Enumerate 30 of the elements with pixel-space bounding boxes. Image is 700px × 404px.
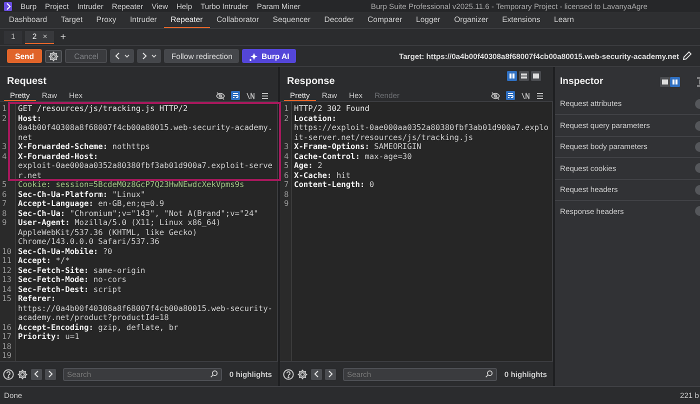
layout-button[interactable] — [660, 76, 670, 86]
chevron-down-icon[interactable] — [151, 53, 158, 59]
gear-icon[interactable] — [48, 50, 60, 62]
sparkle-icon — [249, 52, 258, 60]
panel-title: Inspector — [560, 76, 604, 87]
help-icon[interactable] — [3, 368, 14, 380]
chevron-down-icon[interactable] — [124, 53, 130, 59]
app-logo-icon — [4, 2, 12, 10]
panel-title: Response — [287, 76, 335, 87]
wrap-lines-icon[interactable] — [506, 91, 515, 100]
new-tab-button[interactable]: + — [57, 32, 70, 42]
newline-icon[interactable] — [521, 92, 530, 100]
layout-button[interactable] — [670, 76, 680, 86]
help-icon[interactable] — [283, 368, 294, 380]
settings-button[interactable] — [45, 50, 62, 62]
menu-icon[interactable] — [536, 92, 544, 100]
history-button[interactable] — [110, 49, 134, 63]
panel-title: Request — [7, 76, 46, 87]
newline-icon[interactable] — [246, 92, 255, 100]
eye-slash-icon[interactable] — [491, 92, 500, 100]
settings-icon[interactable] — [297, 368, 308, 380]
layout-button[interactable] — [519, 71, 529, 81]
menu-icon[interactable] — [261, 92, 269, 100]
layout-button[interactable] — [531, 71, 541, 81]
settings-icon[interactable] — [17, 368, 28, 380]
eye-slash-icon[interactable] — [216, 92, 225, 100]
wrap-lines-icon[interactable] — [231, 91, 240, 100]
edit-icon[interactable] — [682, 51, 692, 61]
history-button[interactable] — [137, 49, 162, 63]
layout-button[interactable] — [507, 71, 517, 81]
